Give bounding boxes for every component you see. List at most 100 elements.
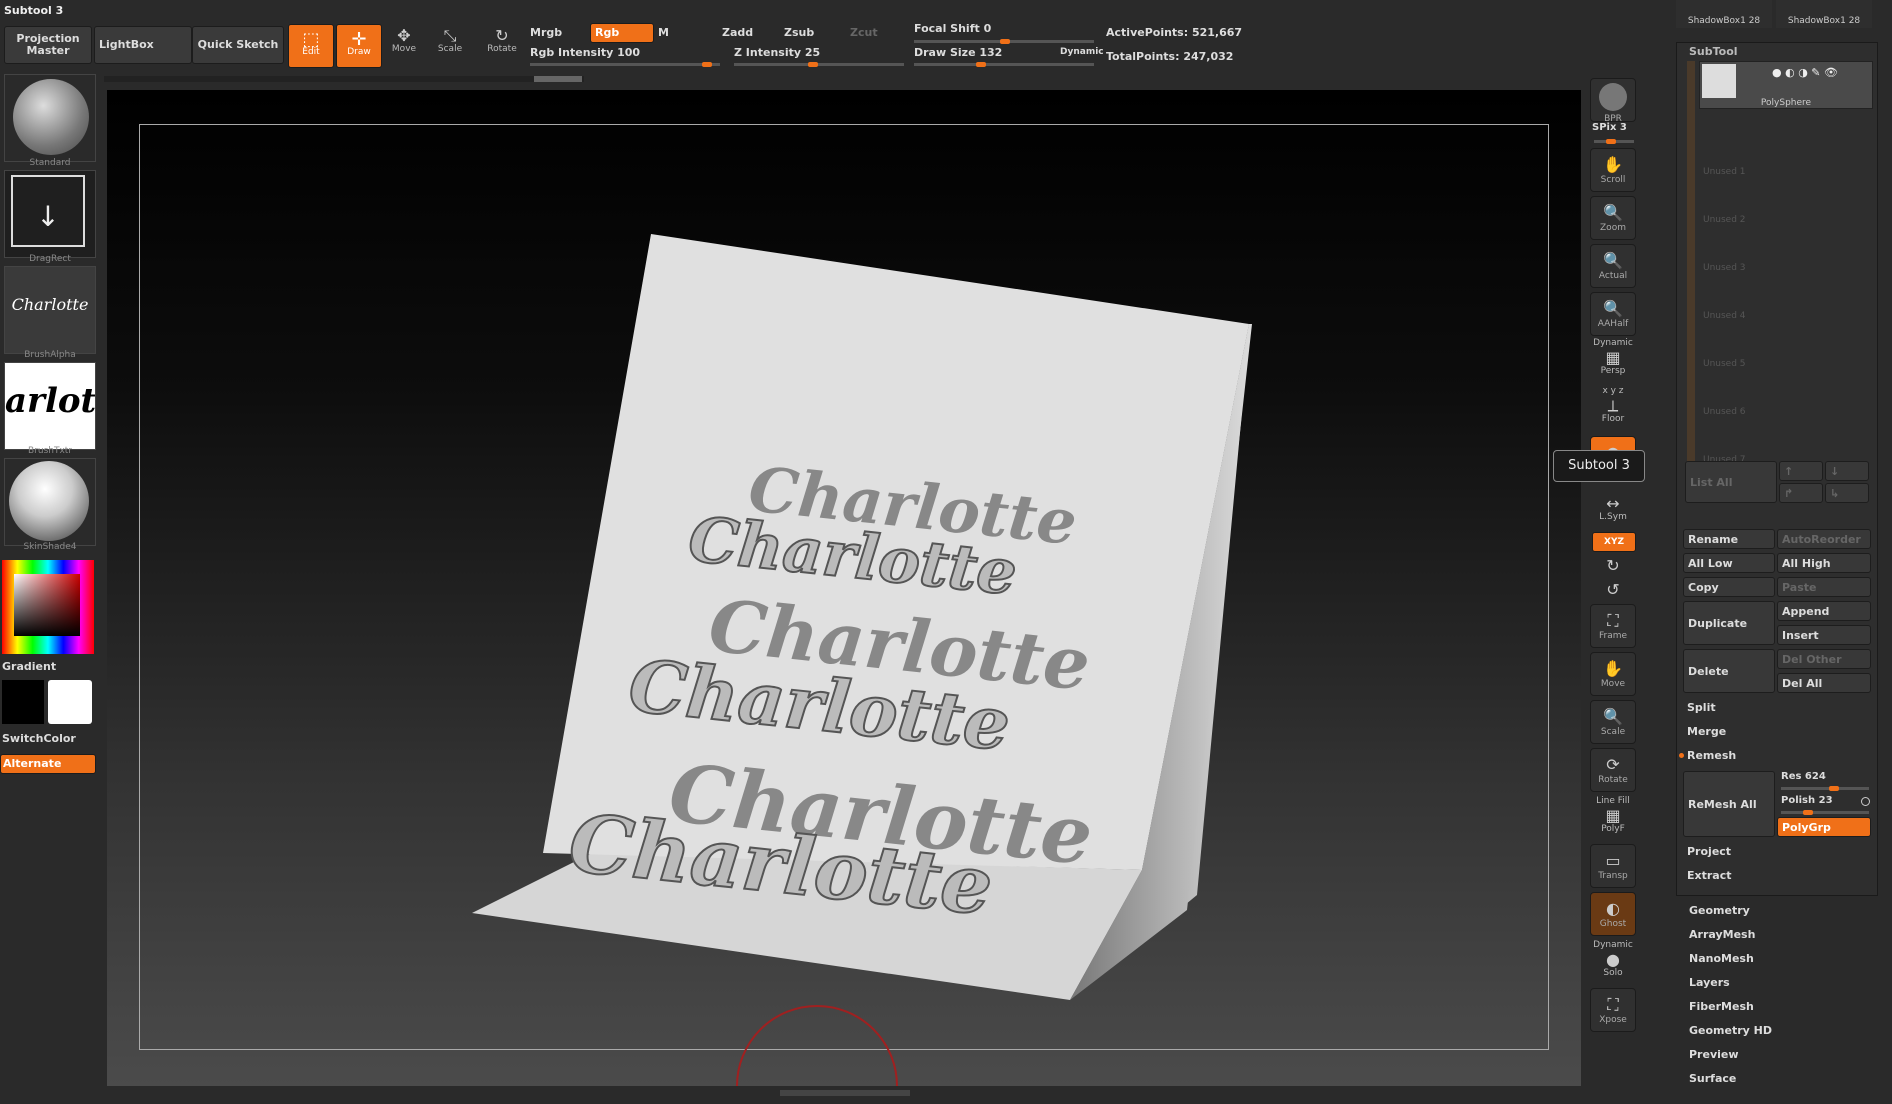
scale-button[interactable]: ⤡ Scale bbox=[430, 26, 470, 54]
focal-shift-knob[interactable] bbox=[1000, 39, 1010, 44]
bottom-scroll-handle[interactable] bbox=[780, 1090, 910, 1096]
draw-size-knob[interactable] bbox=[976, 62, 986, 67]
menu-layers[interactable]: Layers bbox=[1689, 976, 1730, 989]
actual-button[interactable]: 🔍 Actual bbox=[1590, 244, 1636, 288]
canvas-viewport[interactable]: Charlotte Charlotte Charlotte Charlotte … bbox=[107, 90, 1581, 1086]
zcut-button[interactable]: Zcut bbox=[850, 26, 878, 39]
scroll-button[interactable]: ✋ Scroll bbox=[1590, 148, 1636, 192]
remesh-menu[interactable]: Remesh bbox=[1687, 749, 1736, 762]
remesh-all-button[interactable]: ReMesh All bbox=[1683, 771, 1775, 837]
menu-geometry-hd[interactable]: Geometry HD bbox=[1689, 1024, 1772, 1037]
zadd-button[interactable]: Zadd bbox=[722, 26, 753, 39]
merge-menu[interactable]: Merge bbox=[1687, 725, 1726, 738]
rotate-view-button[interactable]: ⟳ Rotate bbox=[1590, 748, 1636, 792]
menu-fibermesh[interactable]: FiberMesh bbox=[1689, 1000, 1754, 1013]
main-color-swatch[interactable] bbox=[48, 680, 92, 724]
color-square[interactable] bbox=[14, 574, 80, 636]
append-button[interactable]: Append bbox=[1777, 601, 1871, 621]
duplicate-button[interactable]: Duplicate bbox=[1683, 601, 1775, 645]
all-high-button[interactable]: All High bbox=[1777, 553, 1871, 573]
unused-slot-1[interactable]: Unused 1 bbox=[1703, 167, 1746, 177]
dynamic-button[interactable]: Dynamic bbox=[1060, 47, 1104, 57]
move-down-arrow-icon[interactable]: ↓ bbox=[1825, 461, 1869, 481]
unused-slot-3[interactable]: Unused 3 bbox=[1703, 263, 1746, 273]
quick-sketch-button[interactable]: Quick Sketch bbox=[192, 26, 284, 64]
del-other-button[interactable]: Del Other bbox=[1777, 649, 1871, 669]
menu-arraymesh[interactable]: ArrayMesh bbox=[1689, 928, 1755, 941]
bpr-button[interactable]: BPR bbox=[1590, 78, 1636, 124]
rotate-button[interactable]: ↻ Rotate bbox=[480, 26, 524, 54]
brush-alpha-button[interactable]: Charlotte bbox=[4, 266, 96, 354]
spix-knob[interactable] bbox=[1606, 139, 1616, 144]
zsub-button[interactable]: Zsub bbox=[784, 26, 814, 39]
list-all-button[interactable]: List All bbox=[1685, 461, 1777, 503]
shadowbox-tool-b[interactable]: ShadowBox1 28 bbox=[1776, 0, 1872, 28]
solo-button[interactable]: Dynamic ● Solo bbox=[1592, 940, 1634, 978]
extract-menu[interactable]: Extract bbox=[1687, 869, 1732, 882]
gradient-label[interactable]: Gradient bbox=[2, 660, 56, 673]
draw-size-slider[interactable] bbox=[914, 62, 1094, 67]
insert-button[interactable]: Insert bbox=[1777, 625, 1871, 645]
menu-preview[interactable]: Preview bbox=[1689, 1048, 1739, 1061]
transp-button[interactable]: ▭ Transp bbox=[1590, 844, 1636, 888]
polyf-button[interactable]: Line Fill ▦ PolyF bbox=[1592, 796, 1634, 834]
draw-button[interactable]: ✛ Draw bbox=[336, 24, 382, 68]
focal-shift-slider[interactable] bbox=[914, 39, 1094, 44]
polygrp-button[interactable]: PolyGrp bbox=[1777, 817, 1871, 837]
edit-button[interactable]: ⬚ Edit bbox=[288, 24, 334, 68]
standard-brush-button[interactable] bbox=[4, 74, 96, 162]
rotate-z-button[interactable]: ↺ bbox=[1592, 580, 1634, 599]
projection-master-button[interactable]: Projection Master bbox=[4, 26, 92, 64]
material-button[interactable] bbox=[4, 458, 96, 546]
scrollbar-thumb[interactable] bbox=[534, 76, 582, 82]
xpose-button[interactable]: ⛶ Xpose bbox=[1590, 988, 1636, 1032]
visibility-eye-icon[interactable]: ● ◐ ◑ ✎ 👁 bbox=[1772, 66, 1838, 79]
all-low-button[interactable]: All Low bbox=[1683, 553, 1775, 573]
z-intensity-slider[interactable] bbox=[734, 62, 904, 67]
zoom-button[interactable]: 🔍 Zoom bbox=[1590, 196, 1636, 240]
scale-view-button[interactable]: 🔍 Scale bbox=[1590, 700, 1636, 744]
shadowbox-tool-a[interactable]: ShadowBox1 28 bbox=[1676, 0, 1772, 28]
color-picker[interactable] bbox=[2, 560, 94, 654]
z-intensity-knob[interactable] bbox=[808, 62, 818, 67]
xyz-button[interactable]: XYZ bbox=[1592, 532, 1636, 552]
horizontal-scrollbar[interactable] bbox=[104, 76, 584, 82]
res-slider[interactable] bbox=[1781, 786, 1869, 791]
copy-button[interactable]: Copy bbox=[1683, 577, 1775, 597]
unused-slot-6[interactable]: Unused 6 bbox=[1703, 407, 1746, 417]
spix-slider[interactable] bbox=[1594, 139, 1634, 144]
aahalf-button[interactable]: 🔍 AAHalf bbox=[1590, 292, 1636, 336]
rgb-intensity-slider[interactable] bbox=[530, 62, 720, 67]
rotate-y-button[interactable]: ↻ bbox=[1592, 556, 1634, 575]
switchcolor-button[interactable]: SwitchColor bbox=[2, 732, 76, 745]
autoreorder-button[interactable]: AutoReorder bbox=[1777, 529, 1871, 549]
alternate-button[interactable]: Alternate bbox=[0, 754, 96, 774]
menu-surface[interactable]: Surface bbox=[1689, 1072, 1736, 1085]
polish-slider[interactable] bbox=[1781, 810, 1869, 815]
lightbox-button[interactable]: LightBox bbox=[94, 26, 192, 64]
polish-knob[interactable] bbox=[1803, 810, 1813, 815]
dragrect-stroke-button[interactable]: ↓ bbox=[4, 170, 96, 258]
split-menu[interactable]: Split bbox=[1687, 701, 1716, 714]
subtool-item-polysphere[interactable]: ● ◐ ◑ ✎ 👁 PolySphere bbox=[1699, 61, 1873, 109]
unused-slot-2[interactable]: Unused 2 bbox=[1703, 215, 1746, 225]
mrgb-button[interactable]: Mrgb bbox=[530, 26, 562, 39]
polish-toggle-icon[interactable] bbox=[1861, 797, 1870, 806]
lsym-button[interactable]: ↔ L.Sym bbox=[1592, 494, 1634, 522]
res-knob[interactable] bbox=[1829, 786, 1839, 791]
move-up-right-icon[interactable]: ↱ bbox=[1779, 483, 1823, 503]
rgb-button[interactable]: Rgb bbox=[590, 23, 654, 43]
move-button[interactable]: ✥ Move bbox=[384, 26, 424, 54]
project-menu[interactable]: Project bbox=[1687, 845, 1731, 858]
rename-button[interactable]: Rename bbox=[1683, 529, 1775, 549]
brush-texture-button[interactable]: arlot bbox=[4, 362, 96, 450]
unused-slot-5[interactable]: Unused 5 bbox=[1703, 359, 1746, 369]
move-down-right-icon[interactable]: ↳ bbox=[1825, 483, 1869, 503]
menu-nanomesh[interactable]: NanoMesh bbox=[1689, 952, 1754, 965]
delete-button[interactable]: Delete bbox=[1683, 649, 1775, 693]
frame-button[interactable]: ⛶ Frame bbox=[1590, 604, 1636, 648]
floor-button[interactable]: x y z ⟂ Floor bbox=[1592, 386, 1634, 424]
subtool-header[interactable]: SubTool bbox=[1689, 45, 1738, 58]
m-button[interactable]: M bbox=[658, 26, 669, 39]
persp-button[interactable]: Dynamic ▦ Persp bbox=[1592, 338, 1634, 376]
